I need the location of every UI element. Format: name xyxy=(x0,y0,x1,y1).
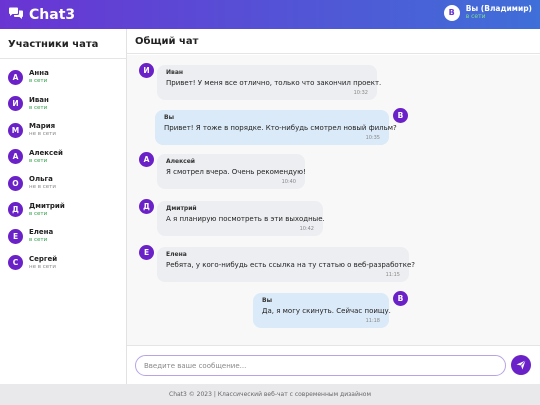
page-footer: Chat3 © 2023 | Классический веб-чат с со… xyxy=(0,384,540,405)
message-text: Ребята, у кого-нибудь есть ссылка на ту … xyxy=(166,261,416,269)
participant-status: в сети xyxy=(29,157,48,164)
message-bubble: Дмитрий А я планирую посмотреть в эти вых… xyxy=(157,201,325,236)
avatar: В xyxy=(393,108,408,123)
avatar: И xyxy=(139,63,154,78)
participant-item[interactable]: И Иван в сети xyxy=(0,91,126,118)
participant-status: не в сети xyxy=(29,184,56,191)
message-bubble: Елена Ребята, у кого-нибудь есть ссылка н… xyxy=(157,247,416,282)
chat-bubbles-icon xyxy=(8,5,24,24)
participant-status: в сети xyxy=(29,78,48,85)
participant-name: Дмитрий xyxy=(29,201,65,210)
message-author: Алексей xyxy=(166,158,196,165)
message-bubble: Иван Привет! У меня все отлично, только ч… xyxy=(157,65,382,100)
avatar: М xyxy=(8,122,23,138)
app-name: Chat3 xyxy=(29,6,76,23)
message-bubble: Вы Привет! Я тоже в порядке. Кто-нибудь с… xyxy=(155,110,397,145)
message-time: 10:35 xyxy=(365,135,380,141)
participant-name: Мария xyxy=(29,122,56,131)
avatar: А xyxy=(139,152,154,167)
messages-area[interactable]: И Иван Привет! У меня все отлично, только … xyxy=(127,55,540,345)
message-input[interactable] xyxy=(135,355,506,376)
participant-status: не в сети xyxy=(29,263,56,270)
message-bubble: Алексей Я смотрел вчера. Очень рекомендую… xyxy=(157,154,306,189)
message-text: Я смотрел вчера. Очень рекомендую! xyxy=(166,168,306,176)
participant-item[interactable]: А Анна в сети xyxy=(0,64,126,91)
avatar: А xyxy=(8,149,23,165)
participant-name: Сергей xyxy=(29,254,58,263)
participant-status: в сети xyxy=(29,104,48,111)
participant-name: Иван xyxy=(29,95,49,104)
participant-name: Ольга xyxy=(29,175,53,184)
participant-status: в сети xyxy=(29,237,48,244)
participant-status: в сети xyxy=(29,210,48,217)
avatar: И xyxy=(8,96,23,112)
participants-sidebar: Участники чата А Анна в сети И Иван в сети М Ма… xyxy=(0,29,127,384)
message-time: 11:15 xyxy=(385,272,400,278)
message-time: 10:42 xyxy=(299,226,314,232)
message-text: Привет! Я тоже в порядке. Кто-нибудь смо… xyxy=(164,124,397,132)
participant-item[interactable]: Е Елена в сети xyxy=(0,223,126,250)
message-text: Да, я могу скинуть. Сейчас поищу. xyxy=(262,307,391,315)
send-icon xyxy=(516,360,526,370)
message-author: Елена xyxy=(166,251,187,258)
current-user-name: Вы (Владимир) xyxy=(465,4,532,13)
app-header: Chat3 В Вы (Владимир) в сети xyxy=(0,0,540,29)
participant-item[interactable]: О Ольга не в сети xyxy=(0,170,126,197)
avatar: С xyxy=(8,255,23,271)
message-text: А я планирую посмотреть в эти выходные. xyxy=(166,215,325,223)
participant-item[interactable]: М Мария не в сети xyxy=(0,117,126,144)
message-text: Привет! У меня все отлично, только что з… xyxy=(166,79,382,87)
message-time: 11:18 xyxy=(365,318,380,324)
message-author: Вы xyxy=(262,297,272,304)
current-user[interactable]: В Вы (Владимир) в сети xyxy=(443,4,532,21)
message-author: Дмитрий xyxy=(166,205,197,212)
message-author: Иван xyxy=(166,69,184,76)
avatar: В xyxy=(393,291,408,306)
message-composer xyxy=(127,345,540,384)
participant-item[interactable]: С Сергей не в сети xyxy=(0,250,126,277)
participant-name: Анна xyxy=(29,69,49,78)
participant-name: Елена xyxy=(29,228,54,237)
avatar: А xyxy=(8,69,23,85)
sidebar-title: Участники чата xyxy=(0,29,126,59)
chat-panel: Общий чат И Иван Привет! У меня все отличн… xyxy=(127,29,540,384)
participant-item[interactable]: Д Дмитрий в сети xyxy=(0,197,126,224)
chat-title: Общий чат xyxy=(127,29,540,54)
avatar: О xyxy=(8,175,23,191)
message-time: 10:32 xyxy=(353,90,368,96)
avatar: Е xyxy=(139,245,154,260)
app-logo[interactable]: Chat3 xyxy=(8,5,75,24)
message-time: 10:40 xyxy=(281,179,296,185)
participant-status: не в сети xyxy=(29,131,56,138)
message-bubble: Вы Да, я могу скинуть. Сейчас поищу. 11:18 xyxy=(253,293,391,328)
message-author: Вы xyxy=(164,114,174,121)
send-button[interactable] xyxy=(511,355,531,375)
avatar: Д xyxy=(8,202,23,218)
avatar: В xyxy=(443,4,460,21)
participants-list: А Анна в сети И Иван в сети М Мария не в сети А Ал… xyxy=(0,64,126,276)
avatar: Е xyxy=(8,228,23,244)
participant-item[interactable]: А Алексей в сети xyxy=(0,144,126,171)
current-user-status: в сети xyxy=(465,13,486,20)
participant-name: Алексей xyxy=(29,148,63,157)
avatar: Д xyxy=(139,199,154,214)
